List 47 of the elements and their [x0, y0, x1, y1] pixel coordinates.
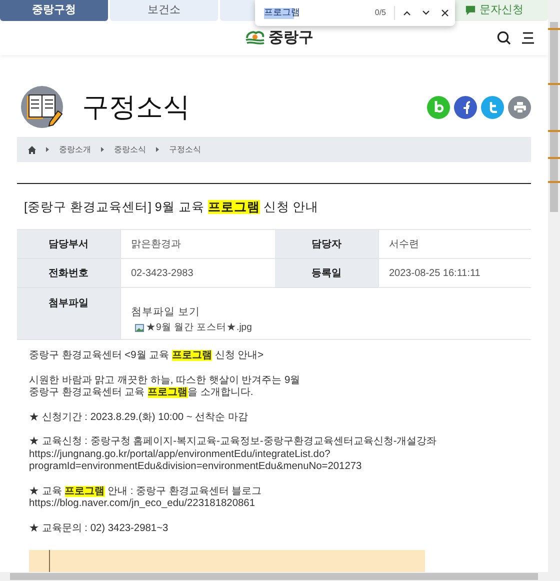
- attachment-file-link[interactable]: ★9월 월간 포스터★.jpg: [146, 320, 252, 335]
- body-text: ★ 교육문의 : 02) 3423-2981~3: [29, 522, 170, 535]
- field-value: 02-3423-2983: [131, 266, 194, 280]
- field-label: 담당자: [312, 238, 342, 252]
- body-text: 중랑구 환경교육센터 <9월 교육 프로그램 신청 안내>: [29, 350, 265, 362]
- page-title: 구정소식: [82, 90, 190, 124]
- field-label: 첨부파일: [48, 297, 88, 311]
- match-count: 0/5: [374, 7, 386, 19]
- body-text: 시원한 바람과 맑고 깨끗한 하늘, 따스한 햇살이 반겨주는 9월: [29, 374, 302, 387]
- site-logo[interactable]: 중랑구: [244, 26, 314, 50]
- menu-icon[interactable]: [521, 32, 534, 44]
- body-text: ★ 교육신청 : 중랑구청 홈페이지-복지교육-교육정보-중랑구환경교육센터교육신청-개설강좌: [29, 436, 438, 448]
- horizontal-scrollbar[interactable]: [0, 572, 560, 581]
- field-label: 등록일: [312, 266, 342, 280]
- facebook-share-icon[interactable]: [454, 96, 477, 118]
- body-text: ★ 교육 프로그램 안내 : 중랑구 환경교육센터 블로그: [29, 486, 263, 498]
- site-tab[interactable]: 중랑구청: [0, 0, 108, 21]
- body-text: https://jungnang.go.kr/portal/app/environmentEdu/integrateList.do?: [29, 448, 332, 461]
- breadcrumb-link[interactable]: 중랑소개: [59, 144, 91, 156]
- post-title: [중랑구 환경교육센터] 9월 교육 프로그램 신청 안내: [24, 200, 319, 214]
- chevron-up-icon[interactable]: [403, 10, 411, 16]
- body-text: programId=environmentEdu&division=environmentEdu&menuNo=201273: [29, 461, 363, 474]
- logo-icon: [244, 30, 264, 46]
- field-label: 담당부서: [48, 238, 88, 252]
- close-icon[interactable]: [441, 9, 449, 17]
- vertical-scrollbar[interactable]: [548, 0, 560, 572]
- body-text: ★ 신청기간 : 2023.8.29.(화) 10:00 ~ 선착순 마감: [29, 412, 250, 424]
- print-icon[interactable]: [508, 96, 531, 118]
- arrow-icon: [46, 147, 49, 152]
- body-text: 중랑구 환경교육센터 교육 프로그램을 소개합니다.: [29, 387, 254, 400]
- chat-icon: [464, 5, 476, 16]
- arrow-icon: [101, 147, 104, 152]
- twitter-share-icon[interactable]: [481, 96, 504, 118]
- field-value: 서수련: [389, 238, 419, 252]
- home-icon[interactable]: [28, 146, 36, 154]
- field-value: 2023-08-25 16:11:11: [389, 266, 480, 280]
- site-tab[interactable]: 보건소: [110, 0, 218, 21]
- chevron-down-icon[interactable]: [422, 10, 430, 16]
- breadcrumb-link[interactable]: 중랑소식: [114, 144, 146, 156]
- body-text: https://blog.naver.com/jn_eco_edu/223181820861: [29, 498, 256, 510]
- breadcrumb-link[interactable]: 구정소식: [169, 144, 201, 156]
- attachment-link[interactable]: 첨부파일 보기: [131, 305, 531, 321]
- field-value: 맑은환경과: [131, 238, 181, 252]
- arrow-icon: [156, 147, 159, 152]
- search-icon[interactable]: [497, 31, 511, 45]
- image-file-icon: [135, 324, 144, 332]
- field-label: 전화번호: [48, 266, 88, 280]
